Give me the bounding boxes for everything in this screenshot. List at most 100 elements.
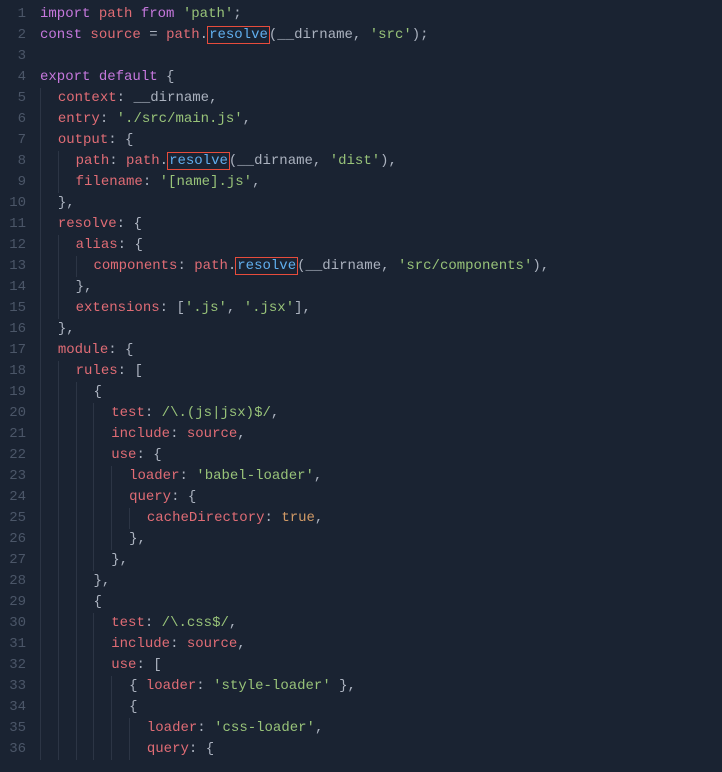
indent-guide: [40, 613, 41, 634]
code-line[interactable]: },: [40, 193, 722, 214]
indent-guide: [58, 361, 59, 382]
code-line[interactable]: module: {: [40, 340, 722, 361]
token-prop: loader: [146, 678, 196, 694]
token-punc: {: [125, 342, 133, 358]
token-punc: :: [177, 258, 185, 274]
token-kw: default: [99, 69, 158, 85]
indent-guide: [58, 697, 59, 718]
token-fn: resolve: [235, 257, 298, 275]
token-punc: :: [160, 300, 168, 316]
token-prop: include: [111, 426, 170, 442]
indent-guide: [93, 445, 94, 466]
code-line[interactable]: test: /\.css$/,: [40, 613, 722, 634]
code-line[interactable]: {: [40, 697, 722, 718]
line-number: 24: [0, 487, 26, 508]
token-str: '.js': [185, 300, 227, 316]
token-punc: {: [129, 678, 137, 694]
code-line[interactable]: components: path.resolve(__dirname, 'src…: [40, 256, 722, 277]
code-line[interactable]: query: {: [40, 739, 722, 760]
indent-guide: [111, 508, 112, 529]
code-editor[interactable]: 1234567891011121314151617181920212223242…: [0, 4, 722, 760]
code-line[interactable]: resolve: {: [40, 214, 722, 235]
code-line[interactable]: [40, 46, 722, 67]
token-punc: [: [153, 657, 161, 673]
token-prop: query: [129, 489, 171, 505]
indent-guide: [58, 277, 59, 298]
code-line[interactable]: const source = path.resolve(__dirname, '…: [40, 25, 722, 46]
code-line[interactable]: extensions: ['.js', '.jsx'],: [40, 298, 722, 319]
indent-guide: [58, 445, 59, 466]
code-line[interactable]: { loader: 'style-loader' },: [40, 676, 722, 697]
indent-guide: [40, 571, 41, 592]
token-punc: },: [58, 195, 75, 211]
code-line[interactable]: },: [40, 550, 722, 571]
code-line[interactable]: use: {: [40, 445, 722, 466]
indent-guide: [93, 739, 94, 760]
code-line[interactable]: path: path.resolve(__dirname, 'dist'),: [40, 151, 722, 172]
code-line[interactable]: entry: './src/main.js',: [40, 109, 722, 130]
code-line[interactable]: import path from 'path';: [40, 4, 722, 25]
code-line[interactable]: },: [40, 529, 722, 550]
code-line[interactable]: export default {: [40, 67, 722, 88]
indent-guide: [58, 382, 59, 403]
indent-guide: [129, 718, 130, 739]
token-punc: ,: [243, 111, 251, 127]
line-number: 12: [0, 235, 26, 256]
code-line[interactable]: context: __dirname,: [40, 88, 722, 109]
code-line[interactable]: cacheDirectory: true,: [40, 508, 722, 529]
token-punc: ,: [229, 615, 237, 631]
token-punc: ),: [532, 258, 549, 274]
code-line[interactable]: include: source,: [40, 424, 722, 445]
token-id: source: [187, 636, 237, 652]
code-line[interactable]: filename: '[name].js',: [40, 172, 722, 193]
code-line[interactable]: include: source,: [40, 634, 722, 655]
code-content[interactable]: import path from 'path';const source = p…: [40, 4, 722, 760]
line-number: 11: [0, 214, 26, 235]
indent-guide: [40, 697, 41, 718]
token-prop: alias: [76, 237, 118, 253]
code-line[interactable]: loader: 'css-loader',: [40, 718, 722, 739]
token-punc: {: [166, 69, 174, 85]
indent-guide: [76, 739, 77, 760]
token-regex: /\.css$/: [162, 615, 229, 631]
token-prop: test: [111, 405, 145, 421]
token-punc: :: [179, 468, 187, 484]
token-punc: },: [93, 573, 110, 589]
code-line[interactable]: loader: 'babel-loader',: [40, 466, 722, 487]
code-line[interactable]: rules: [: [40, 361, 722, 382]
code-line[interactable]: use: [: [40, 655, 722, 676]
indent-guide: [111, 739, 112, 760]
indent-guide: [93, 718, 94, 739]
code-line[interactable]: output: {: [40, 130, 722, 151]
code-line[interactable]: query: {: [40, 487, 722, 508]
token-param: __dirname: [237, 153, 313, 169]
token-punc: },: [58, 321, 75, 337]
code-line[interactable]: },: [40, 319, 722, 340]
token-id: source: [90, 27, 140, 43]
indent-guide: [111, 466, 112, 487]
code-line[interactable]: alias: {: [40, 235, 722, 256]
code-line[interactable]: },: [40, 571, 722, 592]
token-param: __dirname: [306, 258, 382, 274]
indent-guide: [40, 487, 41, 508]
line-number: 30: [0, 613, 26, 634]
indent-guide: [58, 592, 59, 613]
token-punc: ,: [227, 300, 235, 316]
token-str: 'babel-loader': [196, 468, 314, 484]
code-line[interactable]: {: [40, 592, 722, 613]
line-number: 16: [0, 319, 26, 340]
line-number: 6: [0, 109, 26, 130]
line-number: 34: [0, 697, 26, 718]
token-punc: :: [118, 363, 126, 379]
indent-guide: [40, 235, 41, 256]
indent-guide: [93, 466, 94, 487]
code-line[interactable]: {: [40, 382, 722, 403]
token-param: __dirname: [133, 90, 209, 106]
line-number: 32: [0, 655, 26, 676]
indent-guide: [58, 676, 59, 697]
indent-guide: [58, 550, 59, 571]
token-prop: loader: [129, 468, 179, 484]
token-id: path: [126, 153, 160, 169]
code-line[interactable]: test: /\.(js|jsx)$/,: [40, 403, 722, 424]
code-line[interactable]: },: [40, 277, 722, 298]
